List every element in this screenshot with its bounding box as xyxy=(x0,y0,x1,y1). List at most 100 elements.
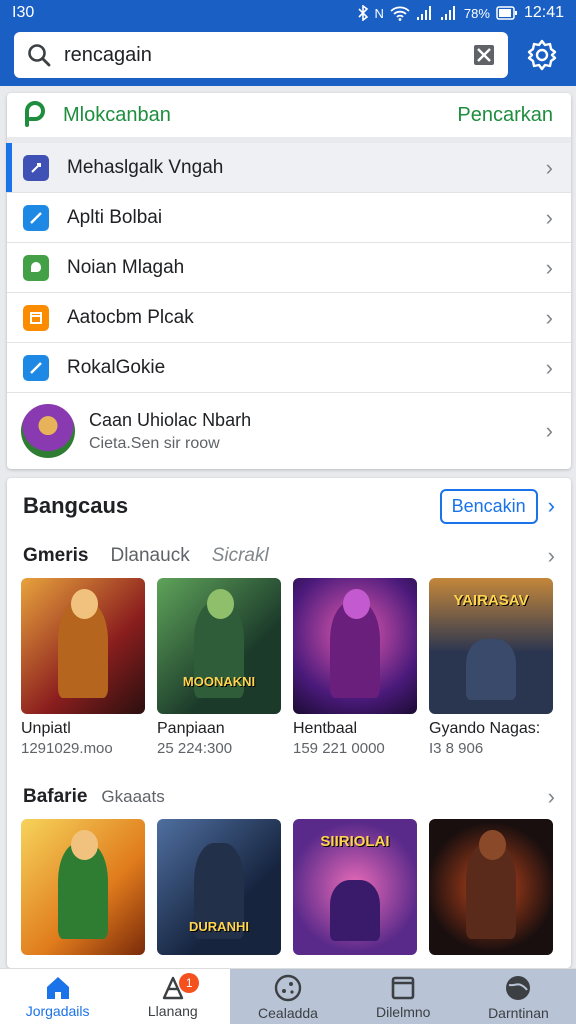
wifi-icon xyxy=(390,6,410,21)
section-title: Bangcaus xyxy=(23,493,129,518)
nav-fifth[interactable]: Darntinan xyxy=(460,969,576,1024)
game-name: Gyando Nagas: xyxy=(429,720,541,737)
hero-head xyxy=(342,588,370,619)
edit-icon xyxy=(23,204,49,231)
games-row: Unpiatl 1291029.moo MOONAKNI Panpiaan 25… xyxy=(7,578,571,757)
game-thumbnail xyxy=(293,578,417,714)
suggestion-item[interactable]: RokalGokie › xyxy=(7,343,571,393)
tab-tertiary[interactable]: Sicrakl xyxy=(212,545,526,567)
app-suggestion[interactable]: Caan Uhiolac Nbarh Cieta.Sen sir roow › xyxy=(7,393,571,469)
clear-icon[interactable] xyxy=(472,43,496,67)
section-button[interactable]: Bencakin xyxy=(439,488,538,524)
hero-head xyxy=(478,829,506,860)
settings-button[interactable] xyxy=(522,32,562,78)
suggestion-label: Aplti Bolbai xyxy=(67,206,163,228)
suggestion-item[interactable]: Noian Mlagah › xyxy=(7,243,571,293)
top-bar: rencagain xyxy=(0,26,576,86)
nfc-icon: N xyxy=(374,5,384,21)
game-tile[interactable]: DURANHI xyxy=(157,819,281,955)
search-bar[interactable]: rencagain xyxy=(14,32,508,78)
square-icon xyxy=(391,976,415,999)
suggestion-item[interactable]: Aatocbm Plcak › xyxy=(7,293,571,343)
hero-head xyxy=(70,829,98,860)
home-icon xyxy=(46,976,69,999)
nav-label: Jorgadails xyxy=(25,1002,90,1019)
game-tile[interactable] xyxy=(429,819,553,955)
game-art-title: MOONAKNI xyxy=(182,674,256,689)
games-card: Bangcaus Bencakin › Gmeris Dlanauck Sicr… xyxy=(7,478,571,968)
suggestion-label: RokalGokie xyxy=(67,356,166,378)
link-icon xyxy=(23,154,49,181)
app-text: Caan Uhiolac Nbarh Cieta.Sen sir roow xyxy=(89,410,546,453)
game-thumbnail xyxy=(429,819,553,955)
game-thumbnail xyxy=(21,819,145,955)
signal-icon-2 xyxy=(440,6,455,20)
chevron-right-icon: › xyxy=(545,154,553,180)
hero-figure xyxy=(466,639,516,701)
game-meta: 159 221 0000 xyxy=(293,740,385,757)
chevron-right-icon: › xyxy=(545,418,553,443)
tab-secondary[interactable]: Dlanauck xyxy=(110,545,189,567)
suggestion-item[interactable]: Mehaslgalk Vngah › xyxy=(6,143,571,193)
game-tile[interactable]: Hentbaal 159 221 0000 xyxy=(293,578,417,757)
status-left: I30 xyxy=(12,4,35,21)
suggestions-title: Mlokcanban xyxy=(63,103,171,126)
nav-fourth[interactable]: Dilelmno xyxy=(345,969,461,1024)
game-tile[interactable]: YAIRASAV Gyando Nagas: I3 8 906 xyxy=(429,578,553,757)
nav-third[interactable]: Cealadda xyxy=(230,969,346,1024)
tab-games[interactable]: Gmeris xyxy=(23,545,88,567)
chevron-right-icon[interactable]: › xyxy=(548,543,555,569)
suggestion-label: Noian Mlagah xyxy=(67,256,185,278)
game-name: Unpiatl xyxy=(21,720,71,737)
clock: 12:41 xyxy=(523,4,564,21)
hero-figure xyxy=(330,880,380,942)
nav-home[interactable]: Jorgadails xyxy=(0,969,115,1024)
signal-icon xyxy=(416,6,431,20)
hero-head xyxy=(70,588,98,619)
globe-icon xyxy=(506,975,531,1000)
compass-icon xyxy=(274,974,302,1001)
game-tile[interactable] xyxy=(21,819,145,955)
chat-icon xyxy=(23,254,49,281)
tab-featured[interactable]: Bafarie xyxy=(23,786,87,808)
game-meta: 1291029.moo xyxy=(21,740,113,757)
gear-icon xyxy=(527,39,557,71)
bottom-nav: Jorgadails 1 Llanang Cealadda Dilelmno D… xyxy=(0,968,576,1024)
chevron-right-icon: › xyxy=(545,304,553,330)
game-art-title: DURANHI xyxy=(189,919,249,934)
frame-icon xyxy=(23,304,49,331)
chevron-right-icon[interactable]: › xyxy=(548,784,555,810)
game-thumbnail: SIIRIOLAI xyxy=(293,819,417,955)
category-tabs-2: Bafarie Gkaaats › xyxy=(7,775,571,819)
chevron-right-icon[interactable]: › xyxy=(548,493,555,519)
suggestion-label: Aatocbm Plcak xyxy=(67,306,194,328)
status-bar: I30 N 78% 12:41 xyxy=(0,0,576,26)
battery-icon xyxy=(496,6,517,20)
tab-secondary[interactable]: Gkaaats xyxy=(101,787,533,807)
game-name: Panpiaan xyxy=(157,720,225,737)
logo-icon xyxy=(25,101,46,127)
status-icons: N 78% 12:41 xyxy=(357,4,564,22)
suggestion-label: Mehaslgalk Vngah xyxy=(67,156,224,178)
nav-second[interactable]: 1 Llanang xyxy=(115,969,230,1024)
notification-badge: 1 xyxy=(179,973,200,993)
search-action-link[interactable]: Pencarkan xyxy=(457,104,553,127)
nav-label: Darntinan xyxy=(488,1004,549,1021)
game-tile[interactable]: SIIRIOLAI xyxy=(293,819,417,955)
suggestions-header: Mlokcanban Pencarkan xyxy=(7,93,571,143)
search-icon xyxy=(28,44,51,67)
games-row-2: DURANHI SIIRIOLAI xyxy=(7,819,571,955)
game-thumbnail: YAIRASAV xyxy=(429,578,553,714)
chevron-right-icon: › xyxy=(545,204,553,230)
app-subtitle: Cieta.Sen sir roow xyxy=(89,434,220,452)
search-input[interactable]: rencagain xyxy=(64,44,460,67)
suggestion-item[interactable]: Aplti Bolbai › xyxy=(7,193,571,243)
chevron-right-icon: › xyxy=(545,354,553,380)
edit-icon xyxy=(23,354,49,381)
game-thumbnail: MOONAKNI xyxy=(157,578,281,714)
nav-label: Dilelmno xyxy=(375,1003,431,1020)
section-header: Bangcaus Bencakin › xyxy=(7,478,571,534)
game-tile[interactable]: MOONAKNI Panpiaan 25 224:300 xyxy=(157,578,281,757)
game-meta: 25 224:300 xyxy=(157,740,233,757)
game-tile[interactable]: Unpiatl 1291029.moo xyxy=(21,578,145,757)
